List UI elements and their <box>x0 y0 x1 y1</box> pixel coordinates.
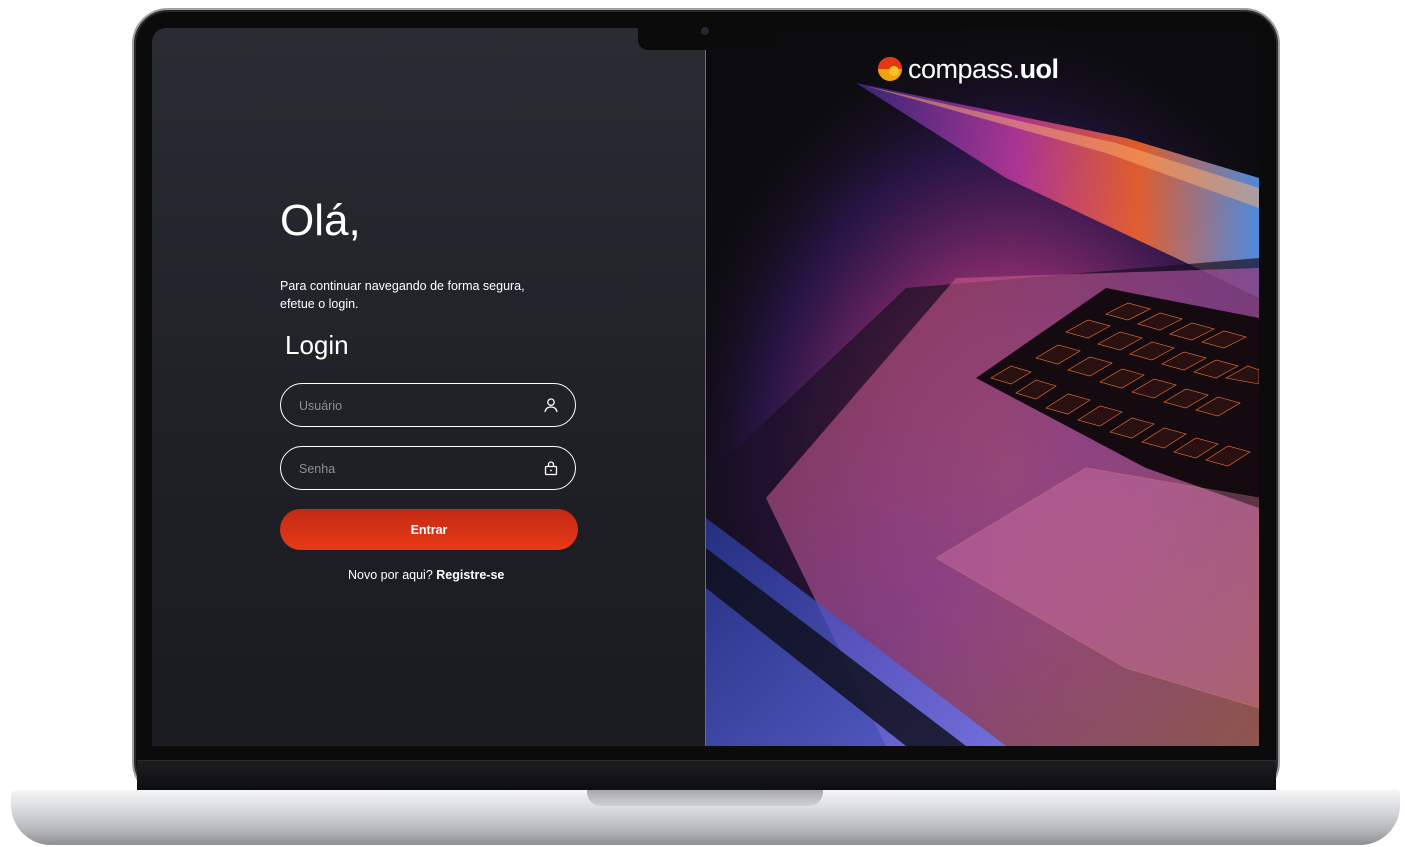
lock-icon <box>543 460 559 476</box>
username-input[interactable] <box>297 384 531 427</box>
register-prompt: Novo por aqui? Registre-se <box>348 568 504 582</box>
password-field[interactable] <box>280 446 576 490</box>
hero-image: compass.uol <box>706 28 1259 746</box>
login-subtitle: Para continuar navegando de forma segura… <box>280 279 525 311</box>
laptop-chin <box>137 760 1276 791</box>
laptop-photo <box>706 28 1259 746</box>
brand-wordmark: compass.uol <box>908 53 1060 84</box>
camera-icon <box>701 27 709 35</box>
register-link[interactable]: Registre-se <box>436 568 504 582</box>
login-submit-button[interactable]: Entrar <box>280 509 578 550</box>
brand-logo: compass.uol <box>876 52 1059 86</box>
laptop-screen: Olá, Para continuar navegando de forma s… <box>152 28 1259 746</box>
username-field[interactable] <box>280 383 576 427</box>
greeting-heading: Olá, <box>280 196 361 245</box>
password-input[interactable] <box>297 447 531 490</box>
laptop-base-notch <box>587 790 823 806</box>
brand-name: compass <box>908 53 1013 84</box>
brand-suffix: uol <box>1019 53 1060 84</box>
register-prompt-text: Novo por aqui? <box>348 568 433 582</box>
user-icon <box>543 397 559 413</box>
brand-mark-icon <box>878 57 902 81</box>
login-panel: Olá, Para continuar navegando de forma s… <box>152 28 705 746</box>
login-title: Login <box>285 330 349 360</box>
